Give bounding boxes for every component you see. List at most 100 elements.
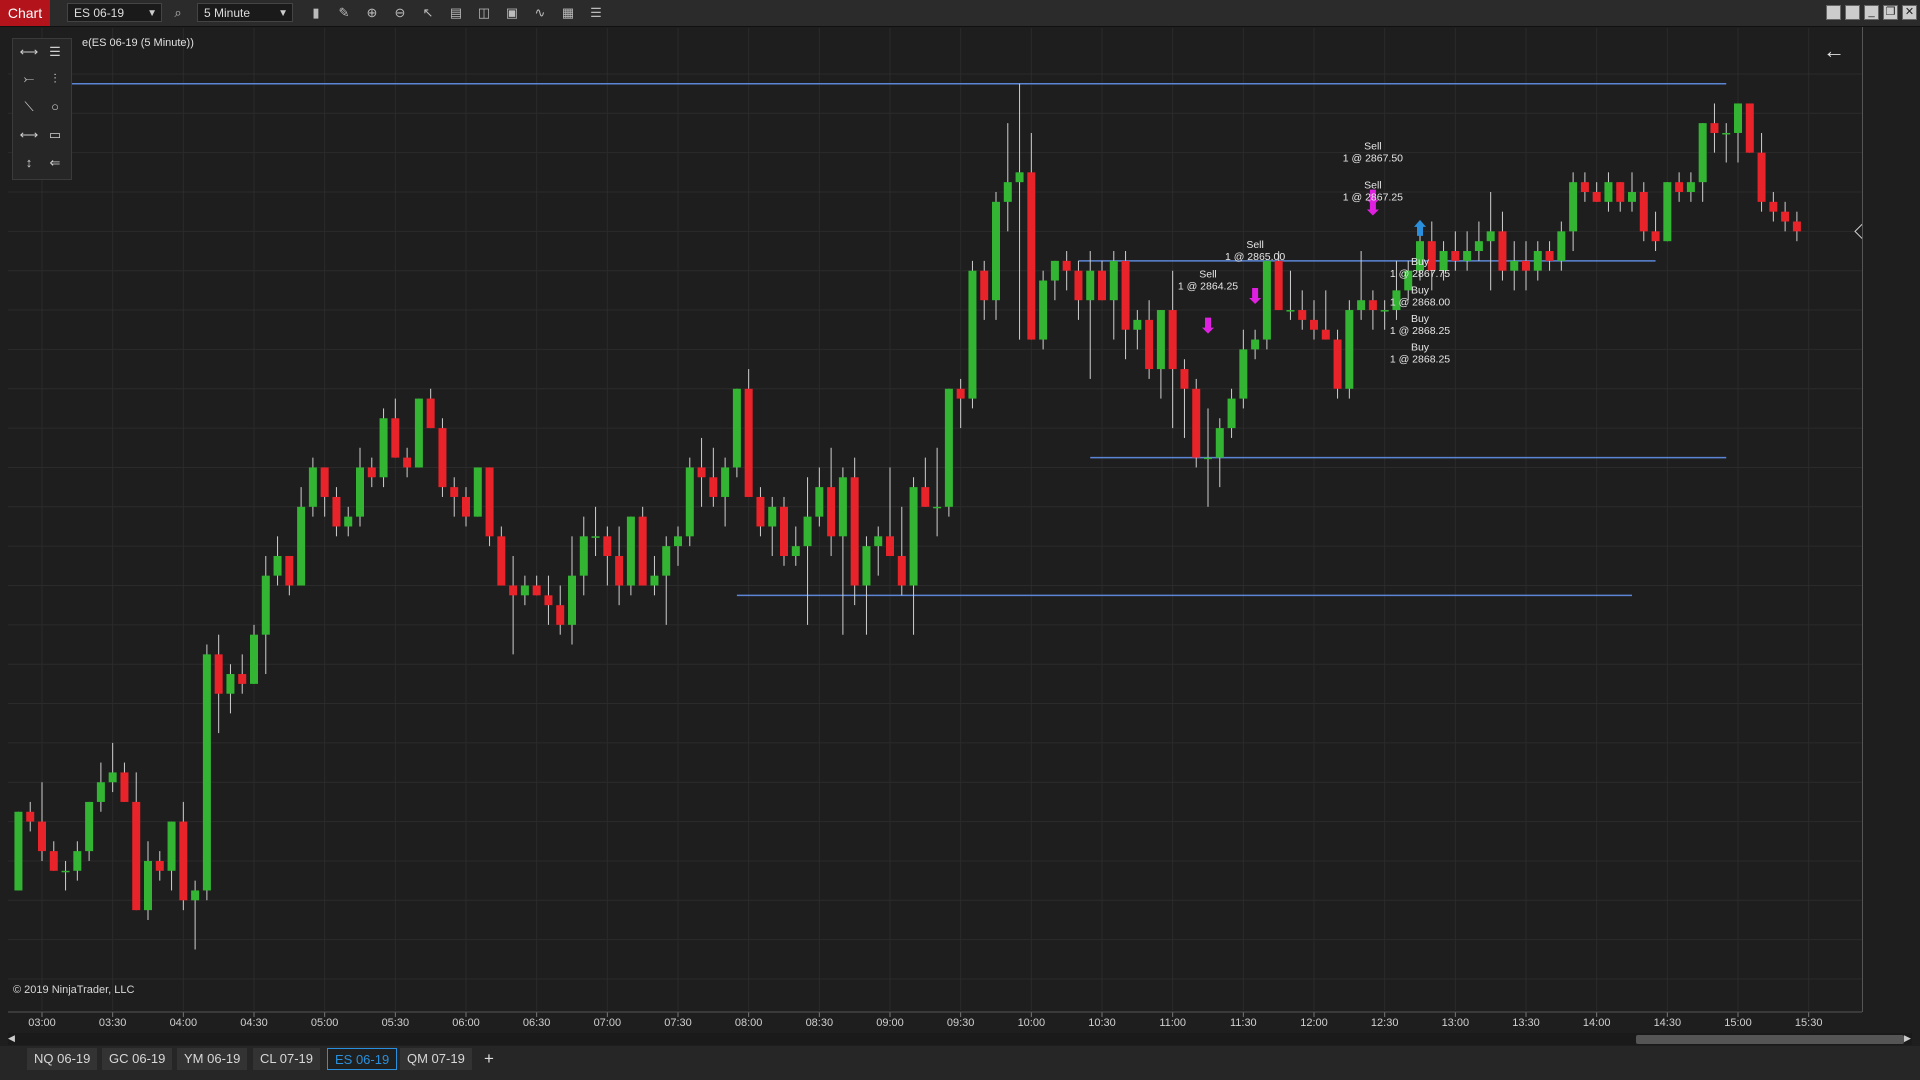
scrollbar-thumb[interactable] (1636, 1035, 1904, 1044)
rectangle-tool-icon[interactable]: ▭ (43, 124, 67, 146)
candle-down (1192, 388, 1201, 458)
buy-order-label: Buy (1411, 342, 1430, 354)
tab-nq-06-19[interactable]: NQ 06-19 (27, 1048, 98, 1070)
scroll-right-icon[interactable]: ▶ (1904, 1033, 1911, 1044)
candle-up (1050, 260, 1059, 281)
candle-down (485, 467, 494, 537)
candle-up (1227, 398, 1236, 429)
candle-down (1710, 123, 1719, 133)
candle-down (26, 811, 35, 822)
ray-tool-icon[interactable]: ⟷ (17, 41, 41, 63)
horizontal-lines-icon[interactable]: ☰ (43, 41, 67, 63)
fibonacci-icon[interactable]: ⫶ (43, 68, 67, 90)
candle-up (356, 467, 365, 517)
candle-up (1722, 132, 1731, 135)
candle-down (603, 536, 612, 556)
candle-down (1145, 319, 1154, 370)
candle-down (1121, 260, 1130, 330)
candle-up (108, 772, 117, 783)
candle-up (379, 418, 388, 478)
candle-down (1580, 182, 1589, 192)
candle-up (1133, 319, 1142, 330)
x-tick-label: 06:30 (523, 1017, 551, 1029)
tab-ym-06-19[interactable]: YM 06-19 (177, 1048, 248, 1070)
drawing-tools-panel: ⟷ ☰ ⤚ ⫶ ⟍ ○ ⟷ ▭ ↕ ⇐ (12, 38, 72, 180)
candle-down (886, 536, 895, 556)
x-tick-label: 15:00 (1724, 1017, 1752, 1029)
candle-up (14, 811, 23, 891)
candle-down (980, 270, 989, 301)
candle-up (944, 388, 953, 507)
candle-down (179, 821, 188, 901)
tab-qm-07-19[interactable]: QM 07-19 (400, 1048, 472, 1070)
x-tick-label: 03:30 (99, 1017, 127, 1029)
candle-down (238, 674, 247, 684)
candle-up (344, 516, 353, 527)
candle-down (615, 555, 624, 586)
candle-up (1215, 428, 1224, 458)
candle-down (1451, 251, 1460, 261)
candle-down (1180, 369, 1189, 389)
horizontal-line-icon[interactable]: ⟷ (17, 124, 41, 146)
arrow-line-icon[interactable]: ⇐ (43, 152, 67, 174)
x-tick-label: 07:00 (594, 1017, 622, 1029)
candle-up (1628, 192, 1637, 202)
horizontal-scrollbar[interactable] (8, 1033, 1912, 1045)
candle-down (1616, 182, 1625, 202)
scroll-left-icon[interactable]: ◀ (8, 1033, 15, 1044)
candlestick-chart: Sell1 @ 2864.25Sell1 @ 2865.00Sell1 @ 28… (8, 28, 1913, 1029)
candle-down (1781, 211, 1790, 222)
x-tick-label: 05:30 (382, 1017, 410, 1029)
candle-down (1769, 201, 1778, 212)
candle-down (1298, 310, 1307, 320)
candle-up (96, 782, 105, 802)
candle-up (1380, 310, 1389, 312)
chart-label: e(ES 06-19 (5 Minute)) (82, 37, 194, 49)
candle-down (320, 467, 329, 497)
add-tab-icon[interactable]: + (478, 1048, 500, 1070)
tab-cl-07-19[interactable]: CL 07-19 (253, 1048, 320, 1070)
x-tick-label: 14:00 (1583, 1017, 1611, 1029)
candle-down (827, 487, 836, 537)
x-tick-label: 14:30 (1654, 1017, 1682, 1029)
tab-es-06-19[interactable]: ES 06-19 (327, 1048, 398, 1070)
x-tick-label: 15:30 (1795, 1017, 1823, 1029)
grid-lines (8, 28, 1862, 1010)
candle-up (297, 506, 306, 586)
sell-order-label: Sell (1246, 239, 1264, 251)
price-axis[interactable] (1862, 27, 1920, 1012)
candle-down (1074, 270, 1083, 301)
sell-order-detail: 1 @ 2867.50 (1343, 153, 1403, 165)
x-tick-label: 13:00 (1442, 1017, 1470, 1029)
back-arrow-icon[interactable]: ← (1823, 38, 1845, 64)
candle-up (1533, 251, 1542, 271)
vertical-line-icon[interactable]: ↕ (17, 152, 41, 174)
candle-down (1368, 300, 1377, 311)
candle-up (1474, 241, 1483, 252)
buy-order-detail: 1 @ 2867.75 (1390, 268, 1450, 280)
candle-down (921, 487, 930, 507)
candle-down (450, 487, 459, 497)
candle-up (992, 201, 1001, 301)
candle-up (1734, 103, 1743, 133)
extended-line-icon[interactable]: ⤚ (17, 68, 41, 90)
candle-up (874, 536, 883, 547)
candle-down (850, 477, 859, 586)
ellipse-tool-icon[interactable]: ○ (43, 96, 67, 118)
candle-up (838, 477, 847, 537)
candle-up (473, 467, 482, 517)
candle-down (38, 821, 46, 852)
candle-up (1357, 300, 1366, 311)
candle-up (1251, 339, 1260, 350)
x-tick-label: 10:30 (1088, 1017, 1116, 1029)
candle-down (285, 555, 294, 586)
candle-down (403, 457, 412, 468)
candle-down (544, 595, 553, 606)
buy-order-label: Buy (1411, 313, 1430, 325)
line-tool-icon[interactable]: ⟍ (17, 96, 41, 118)
tab-gc-06-19[interactable]: GC 06-19 (102, 1048, 173, 1070)
candle-up (1239, 349, 1248, 399)
x-tick-label: 04:00 (170, 1017, 198, 1029)
sell-arrow-icon (1202, 317, 1215, 334)
candle-down (1274, 260, 1283, 311)
